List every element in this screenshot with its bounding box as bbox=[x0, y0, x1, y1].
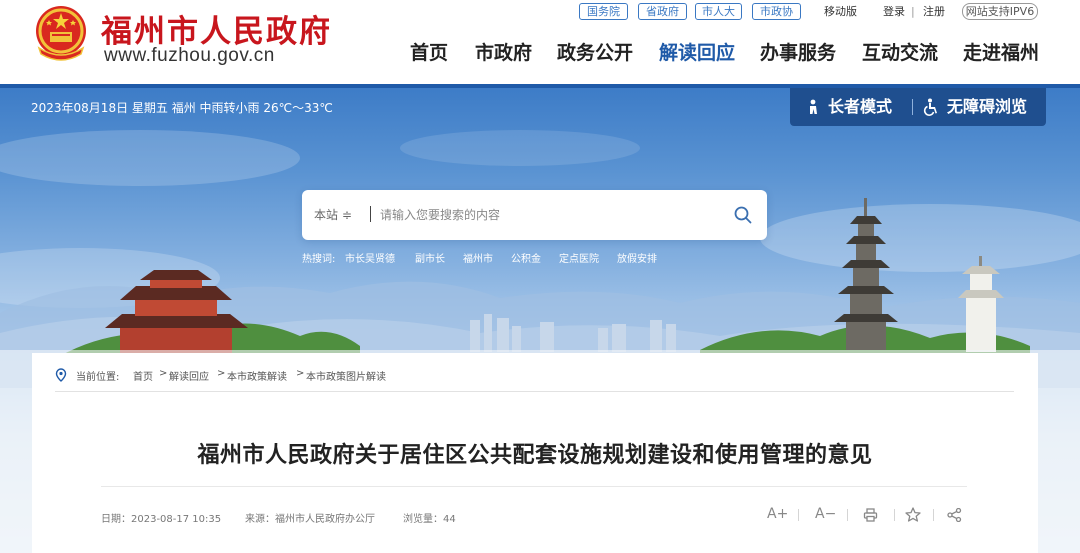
hot-word[interactable]: 公积金 bbox=[511, 250, 541, 265]
nav-open-government[interactable]: 政务公开 bbox=[557, 40, 633, 66]
hot-word[interactable]: 福州市 bbox=[463, 250, 493, 265]
printer-icon[interactable] bbox=[863, 508, 878, 522]
breadcrumb-separator: > bbox=[217, 368, 226, 379]
top-links: 国务院 省政府 市人大 市政协 移动版 登录 | 注册 网站支持IPV6 bbox=[0, 3, 1080, 21]
register-link[interactable]: 注册 bbox=[923, 4, 945, 19]
tool-divider bbox=[933, 509, 934, 521]
search-scope-select[interactable]: 本站 ≑ bbox=[314, 206, 352, 223]
search-input[interactable] bbox=[380, 203, 720, 227]
hot-word[interactable]: 副市长 bbox=[415, 250, 445, 265]
hot-word[interactable]: 放假安排 bbox=[617, 250, 657, 265]
link-shengzhengfu[interactable]: 省政府 bbox=[638, 3, 687, 20]
nav-interpretation[interactable]: 解读回应 bbox=[659, 40, 735, 66]
breadcrumb-image-interpretation[interactable]: 本市政策图片解读 bbox=[306, 368, 386, 383]
tool-divider bbox=[894, 509, 895, 521]
location-pin-icon bbox=[55, 368, 67, 382]
nav-city-government[interactable]: 市政府 bbox=[475, 40, 532, 66]
accessible-browse-button[interactable]: 无障碍浏览 bbox=[947, 97, 1027, 117]
link-guowuyuan[interactable]: 国务院 bbox=[579, 3, 628, 20]
elder-mode-button[interactable]: 长者模式 bbox=[828, 97, 892, 117]
wheelchair-icon bbox=[923, 98, 937, 116]
mobile-version-link[interactable]: 移动版 bbox=[824, 4, 857, 19]
nav-about-fuzhou[interactable]: 走进福州 bbox=[963, 40, 1039, 66]
share-icon[interactable] bbox=[947, 508, 962, 522]
breadcrumb-label: 当前位置: bbox=[76, 372, 120, 383]
hot-word[interactable]: 市长吴贤德 bbox=[345, 250, 395, 265]
font-decrease-button[interactable]: A− bbox=[815, 506, 836, 522]
date-weather: 2023年08月18日 星期五 福州 中雨转小雨 26℃～33℃ bbox=[31, 101, 333, 115]
login-link[interactable]: 登录 bbox=[883, 4, 905, 19]
article-card: 当前位置: 首页 > 解读回应 > 本市政策解读 > 本市政策图片解读 福州市人… bbox=[32, 353, 1038, 553]
link-shirenda[interactable]: 市人大 bbox=[695, 3, 742, 20]
elder-icon bbox=[810, 99, 817, 114]
breadcrumb-interpretation[interactable]: 解读回应 bbox=[169, 368, 209, 383]
breadcrumb-home[interactable]: 首页 bbox=[133, 368, 153, 383]
hot-word[interactable]: 定点医院 bbox=[559, 250, 599, 265]
login-divider: | bbox=[911, 5, 915, 18]
font-increase-button[interactable]: A+ bbox=[767, 506, 788, 522]
accessibility-divider bbox=[912, 99, 913, 115]
search-divider bbox=[370, 206, 371, 222]
accessibility-bar: 长者模式 无障碍浏览 bbox=[790, 88, 1046, 126]
tool-divider bbox=[847, 509, 848, 521]
hot-search-label: 热搜词: bbox=[302, 254, 336, 265]
breadcrumb-divider bbox=[55, 391, 1014, 392]
nav-home[interactable]: 首页 bbox=[410, 40, 448, 66]
breadcrumb-policy-interpretation[interactable]: 本市政策解读 bbox=[227, 368, 287, 383]
article-title: 福州市人民政府关于居住区公共配套设施规划建设和使用管理的意见 bbox=[197, 443, 873, 468]
main-nav: 首页 市政府 政务公开 解读回应 办事服务 互动交流 走进福州 bbox=[0, 40, 1080, 68]
title-divider bbox=[101, 486, 967, 487]
star-icon[interactable] bbox=[905, 507, 921, 522]
breadcrumb-separator: > bbox=[159, 368, 168, 379]
banner: 2023年08月18日 星期五 福州 中雨转小雨 26℃～33℃ 长者模式 无障… bbox=[0, 88, 1080, 553]
article-views: 浏览量：44 bbox=[403, 514, 456, 525]
nav-services[interactable]: 办事服务 bbox=[760, 40, 836, 66]
search-icon[interactable] bbox=[732, 204, 754, 226]
breadcrumb-separator: > bbox=[296, 368, 305, 379]
tool-divider bbox=[798, 509, 799, 521]
article-source: 来源：福州市人民政府办公厅 bbox=[245, 514, 375, 525]
ipv6-badge: 网站支持IPV6 bbox=[962, 3, 1038, 20]
nav-interaction[interactable]: 互动交流 bbox=[862, 40, 938, 66]
search-box: 本站 ≑ bbox=[302, 190, 767, 240]
link-shizhengxie[interactable]: 市政协 bbox=[752, 3, 801, 20]
site-header: 福州市人民政府 www.fuzhou.gov.cn 国务院 省政府 市人大 市政… bbox=[0, 0, 1080, 84]
article-date: 日期：2023-08-17 10:35 bbox=[101, 514, 222, 525]
